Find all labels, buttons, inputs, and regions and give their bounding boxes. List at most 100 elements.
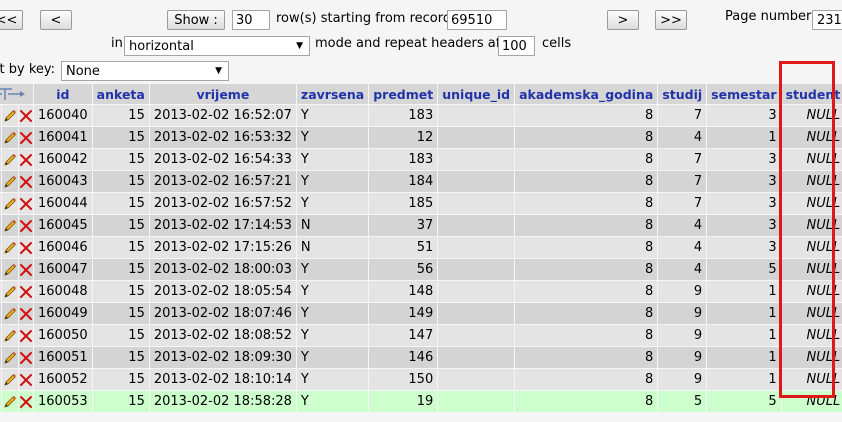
pencil-icon[interactable] — [2, 130, 18, 145]
repeat-headers-input[interactable] — [498, 36, 535, 56]
last-page-button[interactable]: >> — [655, 10, 687, 30]
red-x-icon[interactable] — [19, 350, 33, 365]
pencil-icon[interactable] — [2, 174, 18, 189]
pencil-icon[interactable] — [2, 262, 18, 277]
delete-cell[interactable] — [19, 237, 33, 258]
start-record-input[interactable] — [447, 10, 507, 30]
delete-cell[interactable] — [19, 193, 33, 214]
edit-cell[interactable] — [2, 369, 18, 390]
delete-cell[interactable] — [19, 171, 33, 192]
table-row[interactable]: 160042 15 2013-02-02 16:54:33 Y 183 8 7 3 NULL — [0, 149, 842, 170]
edit-cell[interactable] — [2, 281, 18, 302]
red-x-icon[interactable] — [19, 174, 33, 189]
show-button[interactable]: Show : — [167, 10, 225, 30]
next-page-button[interactable]: > — [607, 10, 639, 30]
red-x-icon[interactable] — [19, 372, 33, 387]
display-mode-select[interactable]: horizontal ▼ — [124, 36, 310, 56]
edit-cell[interactable] — [2, 149, 18, 170]
previous-page-button[interactable]: < — [40, 10, 72, 30]
table-row[interactable]: 160047 15 2013-02-02 18:00:03 Y 56 8 4 5 NULL — [0, 259, 842, 280]
pencil-icon[interactable] — [2, 284, 18, 299]
table-row[interactable]: 160044 15 2013-02-02 16:57:52 Y 185 8 7 3 NULL — [0, 193, 842, 214]
column-header-vrijeme[interactable]: vrijeme — [149, 84, 296, 104]
pencil-icon[interactable] — [2, 218, 18, 233]
red-x-icon[interactable] — [19, 284, 33, 299]
pencil-icon[interactable] — [2, 372, 18, 387]
edit-cell[interactable] — [2, 171, 18, 192]
cell-semestar: 3 — [707, 193, 781, 214]
red-x-icon[interactable] — [19, 328, 33, 343]
column-header-akademska-godina[interactable]: akademska_godina — [515, 84, 658, 104]
delete-cell[interactable] — [19, 105, 33, 126]
red-x-icon[interactable] — [19, 130, 33, 145]
sort-key-select[interactable]: None ▼ — [61, 61, 229, 81]
red-x-icon[interactable] — [19, 108, 33, 123]
delete-cell[interactable] — [19, 347, 33, 368]
pencil-icon[interactable] — [2, 152, 18, 167]
delete-cell[interactable] — [19, 127, 33, 148]
edit-cell[interactable] — [2, 391, 18, 412]
edit-cell[interactable] — [2, 347, 18, 368]
table-row[interactable]: 160046 15 2013-02-02 17:15:26 N 51 8 4 3 NULL — [0, 237, 842, 258]
column-header-semestar[interactable]: semestar — [707, 84, 781, 104]
cell-anketa: 15 — [92, 391, 149, 412]
red-x-icon[interactable] — [19, 306, 33, 321]
table-row[interactable]: 160051 15 2013-02-02 18:09:30 Y 146 8 9 1 NULL — [0, 347, 842, 368]
column-header-student[interactable]: student — [781, 84, 842, 104]
red-x-icon[interactable] — [19, 218, 33, 233]
pencil-icon[interactable] — [2, 196, 18, 211]
table-row[interactable]: 160041 15 2013-02-02 16:53:32 Y 12 8 4 1 NULL — [0, 127, 842, 148]
table-row[interactable]: 160049 15 2013-02-02 18:07:46 Y 149 8 9 1 NULL — [0, 303, 842, 324]
first-page-button[interactable]: << — [0, 10, 23, 30]
column-header-predmet[interactable]: predmet — [369, 84, 438, 104]
spacer-cell — [0, 369, 1, 390]
column-resize-control[interactable] — [0, 84, 33, 104]
pencil-icon[interactable] — [2, 394, 18, 409]
pencil-icon[interactable] — [2, 328, 18, 343]
table-row[interactable]: 160050 15 2013-02-02 18:08:52 Y 147 8 9 1 NULL — [0, 325, 842, 346]
column-header-zavrsena[interactable]: zavrsena — [296, 84, 369, 104]
column-header-studij[interactable]: studij — [658, 84, 707, 104]
cell-id: 160051 — [34, 347, 92, 368]
column-header-id[interactable]: id — [34, 84, 92, 104]
pencil-icon[interactable] — [2, 240, 18, 255]
delete-cell[interactable] — [19, 303, 33, 324]
column-header-anketa[interactable]: anketa — [92, 84, 149, 104]
table-row[interactable]: 160043 15 2013-02-02 16:57:21 Y 184 8 7 3 NULL — [0, 171, 842, 192]
edit-cell[interactable] — [2, 215, 18, 236]
cell-student: NULL — [781, 127, 842, 148]
delete-cell[interactable] — [19, 369, 33, 390]
delete-cell[interactable] — [19, 281, 33, 302]
table-row[interactable]: 160052 15 2013-02-02 18:10:14 Y 150 8 9 1 NULL — [0, 369, 842, 390]
repeat-headers-label: mode and repeat headers after — [315, 36, 519, 51]
edit-cell[interactable] — [2, 303, 18, 324]
edit-cell[interactable] — [2, 127, 18, 148]
delete-cell[interactable] — [19, 149, 33, 170]
edit-cell[interactable] — [2, 259, 18, 280]
delete-cell[interactable] — [19, 215, 33, 236]
red-x-icon[interactable] — [19, 240, 33, 255]
delete-cell[interactable] — [19, 391, 33, 412]
delete-cell[interactable] — [19, 259, 33, 280]
pencil-icon[interactable] — [2, 350, 18, 365]
red-x-icon[interactable] — [19, 152, 33, 167]
red-x-icon[interactable] — [19, 262, 33, 277]
edit-cell[interactable] — [2, 105, 18, 126]
table-row[interactable]: 160053 15 2013-02-02 18:58:28 Y 19 8 5 5 NULL — [0, 391, 842, 412]
red-x-icon[interactable] — [19, 196, 33, 211]
edit-cell[interactable] — [2, 325, 18, 346]
spacer-cell — [0, 347, 1, 368]
red-x-icon[interactable] — [19, 394, 33, 409]
cell-studij: 4 — [658, 127, 707, 148]
table-row[interactable]: 160040 15 2013-02-02 16:52:07 Y 183 8 7 3 NULL — [0, 105, 842, 126]
pencil-icon[interactable] — [2, 108, 18, 123]
table-row[interactable]: 160045 15 2013-02-02 17:14:53 N 37 8 4 3 NULL — [0, 215, 842, 236]
edit-cell[interactable] — [2, 193, 18, 214]
column-header-unique-id[interactable]: unique_id — [438, 84, 515, 104]
edit-cell[interactable] — [2, 237, 18, 258]
pencil-icon[interactable] — [2, 306, 18, 321]
rows-count-input[interactable] — [232, 10, 270, 30]
page-number-select[interactable]: 2317 — [812, 10, 842, 30]
delete-cell[interactable] — [19, 325, 33, 346]
table-row[interactable]: 160048 15 2013-02-02 18:05:54 Y 148 8 9 1 NULL — [0, 281, 842, 302]
